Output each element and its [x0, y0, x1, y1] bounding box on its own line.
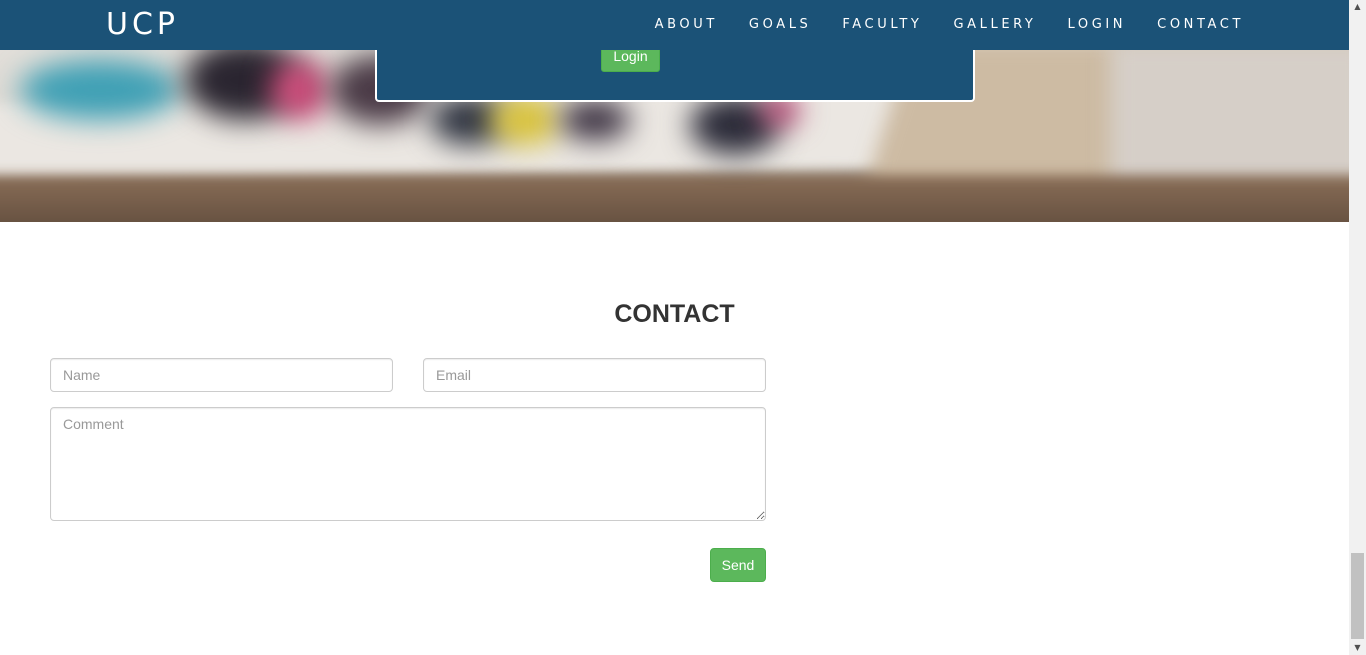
nav-menu: ABOUT GOALS FACULTY GALLERY LOGIN CONTAC… [655, 17, 1244, 32]
email-input[interactable] [423, 358, 766, 392]
nav-item-login[interactable]: LOGIN [1067, 17, 1126, 32]
nav-item-faculty[interactable]: FACULTY [842, 17, 922, 32]
top-navbar: UCP ABOUT GOALS FACULTY GALLERY LOGIN CO… [0, 0, 1349, 50]
page: UCP ABOUT GOALS FACULTY GALLERY LOGIN CO… [0, 0, 1349, 655]
vertical-scrollbar[interactable]: ▲ ▼ [1349, 0, 1366, 655]
brand-logo[interactable]: UCP [106, 7, 179, 42]
comment-textarea[interactable] [50, 407, 766, 521]
send-button[interactable]: Send [710, 548, 766, 582]
contact-section-title: CONTACT [614, 300, 735, 328]
scroll-up-arrow-icon[interactable]: ▲ [1349, 0, 1366, 14]
nav-item-about[interactable]: ABOUT [655, 17, 718, 32]
nav-item-gallery[interactable]: GALLERY [953, 17, 1036, 32]
nav-item-goals[interactable]: GOALS [749, 17, 811, 32]
scroll-down-arrow-icon[interactable]: ▼ [1349, 641, 1366, 655]
name-input[interactable] [50, 358, 393, 392]
scrollbar-thumb[interactable] [1351, 553, 1364, 639]
nav-item-contact[interactable]: CONTACT [1157, 17, 1244, 32]
